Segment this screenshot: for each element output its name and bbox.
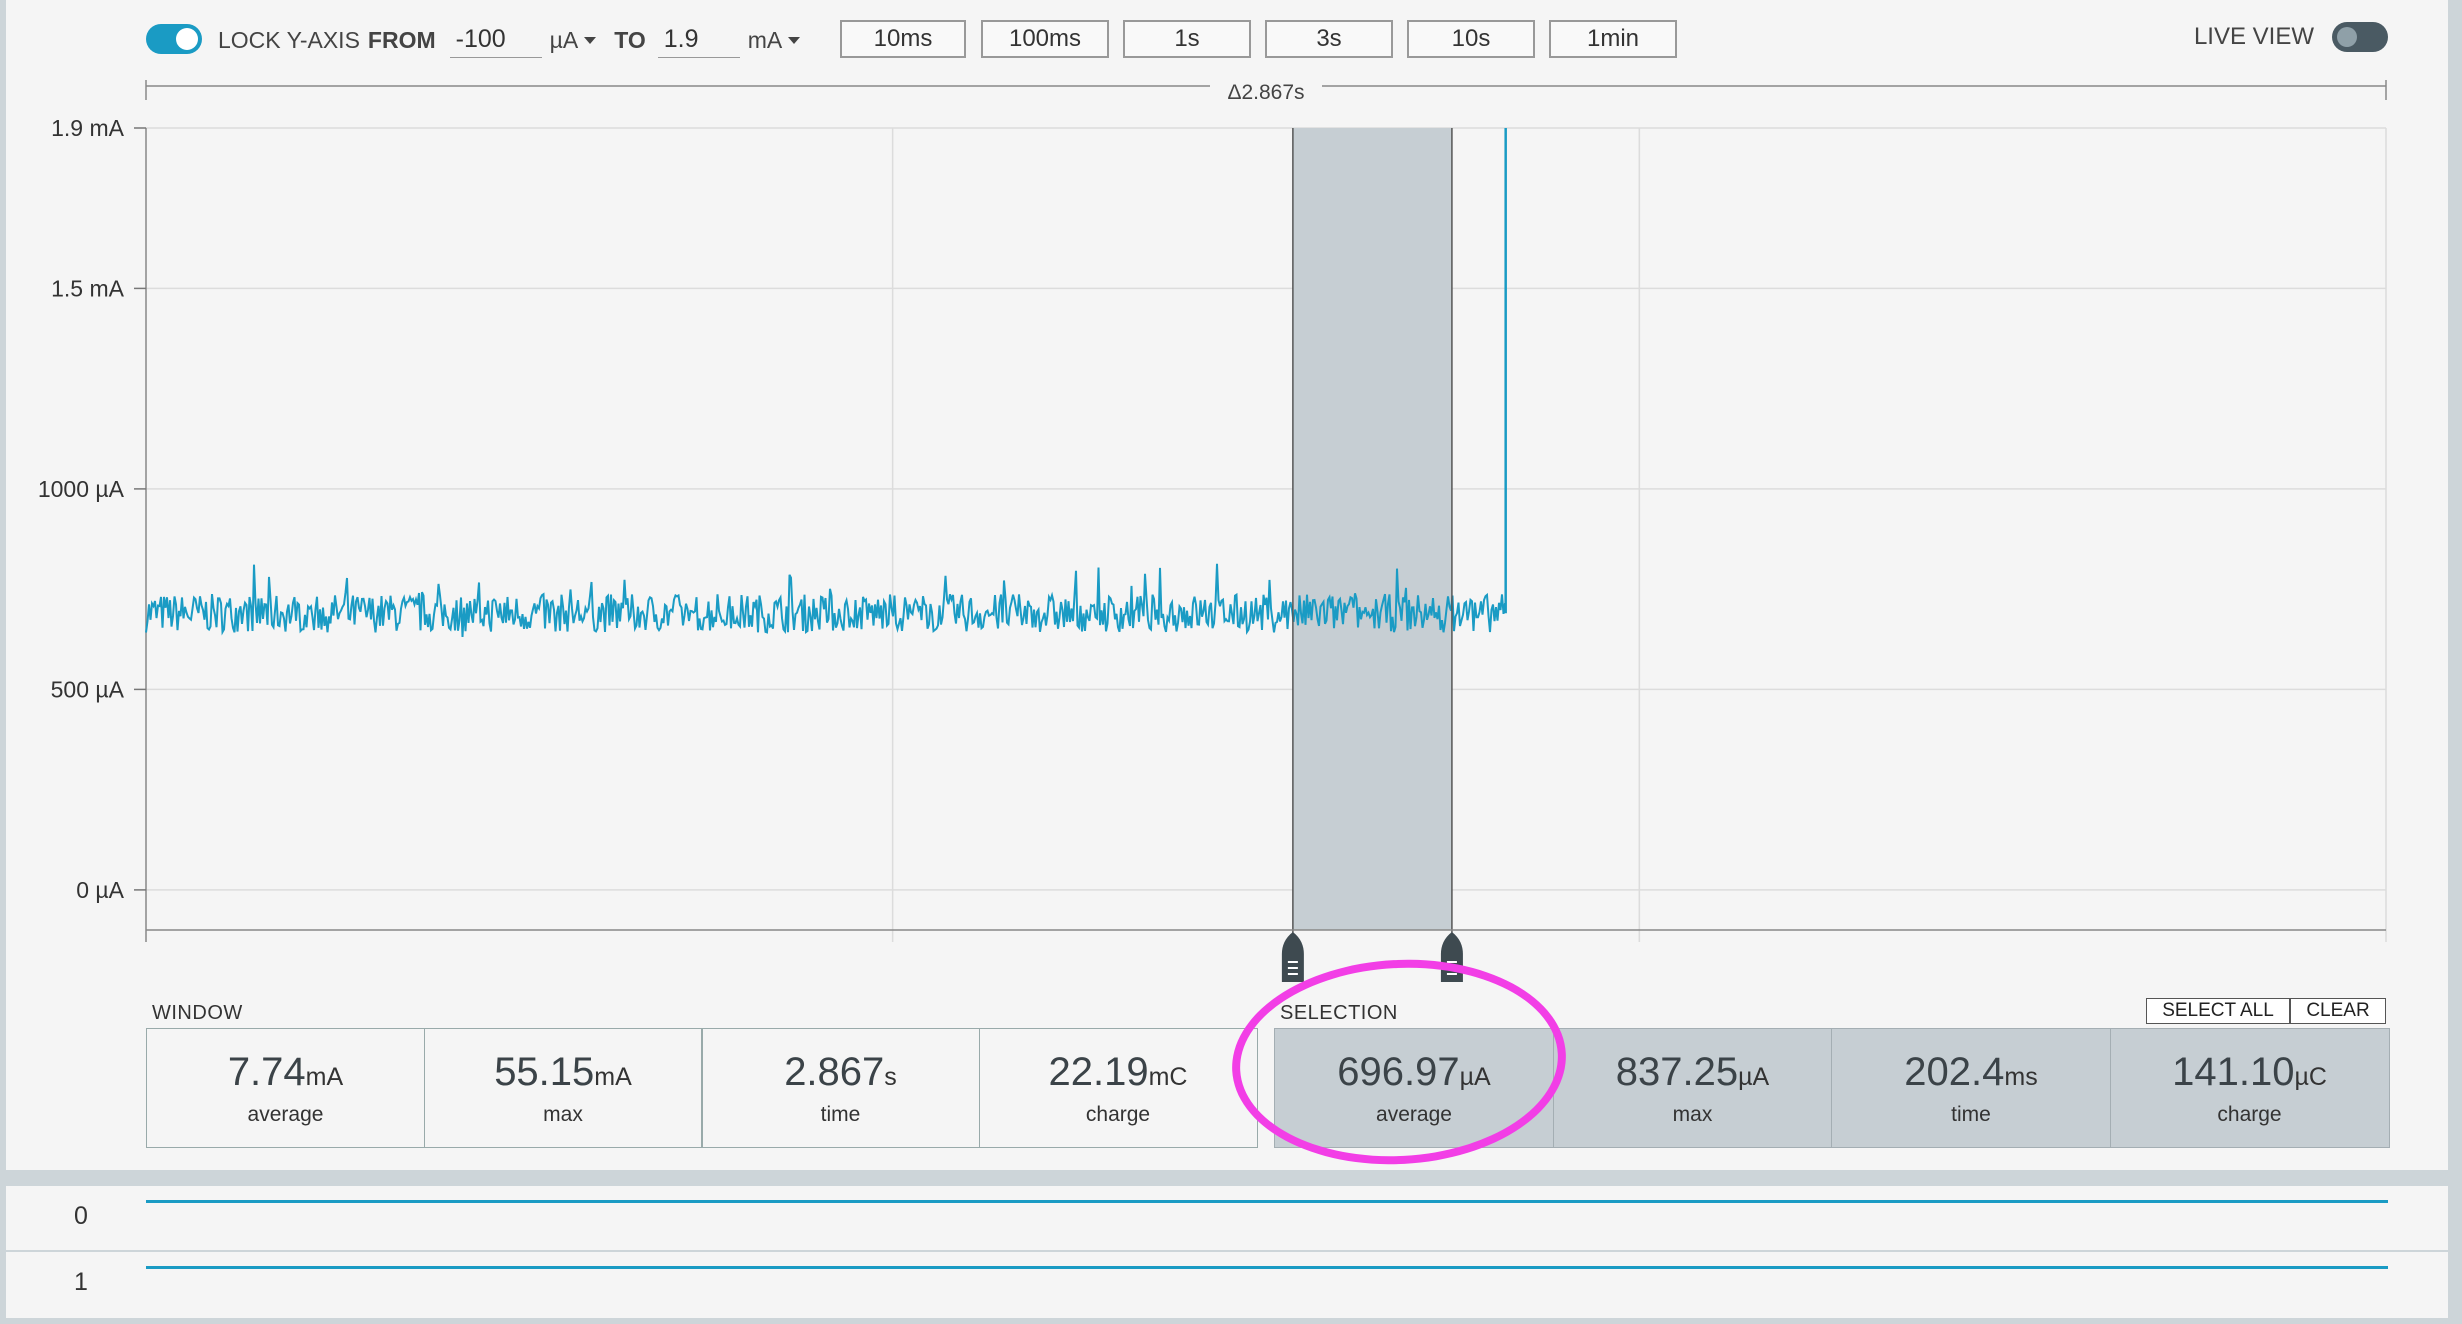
selection-handle-right-icon[interactable] xyxy=(1440,932,1463,982)
stat-unit: mA xyxy=(594,1062,632,1091)
select-all-button[interactable]: SELECT ALL xyxy=(2146,998,2290,1024)
stat-unit: ms xyxy=(2004,1062,2038,1091)
stat-unit: µC xyxy=(2294,1062,2327,1091)
digital-channel-0: 0 xyxy=(6,1186,2448,1250)
stat-value: 141.10 xyxy=(2172,1049,2295,1094)
selection-charge-stat: 141.10µC charge xyxy=(2109,1028,2390,1148)
clear-button[interactable]: CLEAR xyxy=(2290,998,2386,1024)
y-tick-label: 0 µA xyxy=(76,877,124,903)
stat-label: max xyxy=(1672,1102,1713,1126)
stat-label: average xyxy=(247,1102,324,1126)
window-title: WINDOW xyxy=(152,1002,243,1024)
channel-trace xyxy=(146,1266,2388,1269)
stat-value: 22.19 xyxy=(1048,1049,1149,1094)
y-tick-label: 500 µA xyxy=(51,676,125,702)
stat-label: time xyxy=(1951,1102,1991,1126)
y-tick-label: 1.5 mA xyxy=(51,275,125,301)
stat-label: time xyxy=(820,1102,861,1126)
current-chart[interactable]: 1.9 mA 1.5 mA 1000 µA 500 µA 0 µA Δ2.867s xyxy=(0,0,2462,1000)
y-tick-label: 1.9 mA xyxy=(51,115,125,141)
selection-stats: 696.97µA average 837.25µA max 202.4ms ti… xyxy=(1274,1028,2390,1148)
selection-region[interactable] xyxy=(1292,128,1452,930)
delta-time-label: Δ2.867s xyxy=(1227,81,1304,104)
channel-label: 1 xyxy=(74,1268,88,1296)
stat-unit: mA xyxy=(305,1062,344,1091)
stat-unit: µA xyxy=(1738,1062,1770,1091)
stat-label: max xyxy=(543,1102,583,1126)
selection-title: SELECTION xyxy=(1280,1002,1398,1024)
stat-unit: mC xyxy=(1148,1062,1188,1091)
window-time-stat: 2.867s time xyxy=(701,1028,980,1148)
window-max-stat: 55.15mA max xyxy=(423,1028,703,1148)
chart-grid xyxy=(145,127,2387,942)
stat-unit: s xyxy=(884,1062,897,1091)
y-tick-label: 1000 µA xyxy=(38,476,125,502)
selection-handle-left-icon[interactable] xyxy=(1281,932,1304,982)
stat-unit: µA xyxy=(1459,1062,1491,1091)
stat-value: 202.4 xyxy=(1904,1049,2005,1094)
stat-value: 2.867 xyxy=(784,1049,885,1094)
stat-value: 696.97 xyxy=(1337,1049,1460,1094)
selection-max-stat: 837.25µA max xyxy=(1552,1028,1833,1148)
stat-label: average xyxy=(1376,1102,1452,1126)
stat-label: charge xyxy=(1085,1102,1151,1126)
channel-trace xyxy=(146,1200,2388,1203)
digital-channel-1: 1 xyxy=(6,1252,2448,1318)
selection-average-stat: 696.97µA average xyxy=(1274,1028,1554,1148)
selection-time-stat: 202.4ms time xyxy=(1831,1028,2111,1148)
stat-value: 55.15 xyxy=(494,1049,595,1094)
stat-label: charge xyxy=(2217,1102,2282,1126)
stat-value: 837.25 xyxy=(1615,1049,1739,1094)
window-average-stat: 7.74mA average xyxy=(146,1028,425,1148)
stat-value: 7.74 xyxy=(227,1049,306,1094)
window-charge-stat: 22.19mC charge xyxy=(978,1028,1258,1148)
channel-label: 0 xyxy=(74,1202,88,1230)
y-axis-ticks: 1.9 mA 1.5 mA 1000 µA 500 µA 0 µA xyxy=(38,115,146,903)
window-stats: 7.74mA average 55.15mA max 2.867s time 2… xyxy=(146,1028,1258,1148)
